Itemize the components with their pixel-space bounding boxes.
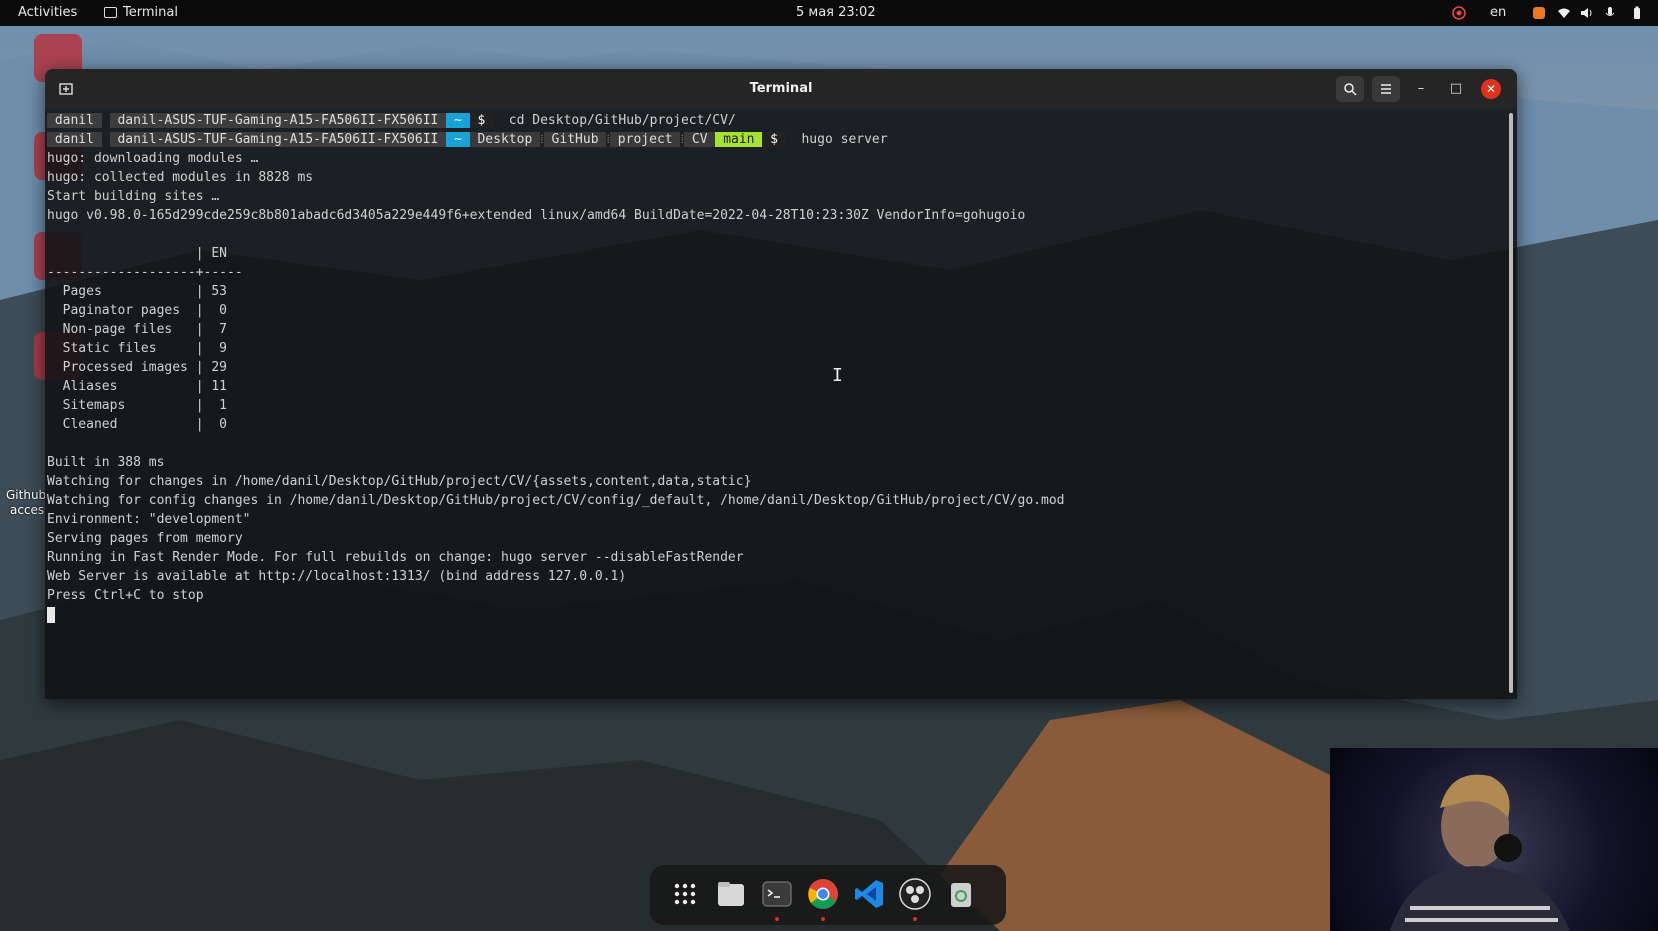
prompt-host: danil-ASUS-TUF-Gaming-A15-FA506II-FX506I… (109, 113, 447, 128)
wifi-icon[interactable] (1557, 6, 1571, 20)
running-indicator (913, 917, 917, 921)
output-line: hugo v0.98.0-165d299cde259c8b801abadc6d3… (47, 208, 1026, 223)
microphone-icon[interactable] (1603, 6, 1617, 20)
output-line: -------------------+----- (47, 265, 243, 280)
app-menu[interactable]: Terminal (104, 5, 178, 20)
terminal-output[interactable]: danil danil-ASUS-TUF-Gaming-A15-FA506II-… (47, 111, 1507, 691)
prompt-dollar: $ (469, 113, 494, 128)
output-line: Press Ctrl+C to stop (47, 588, 204, 603)
battery-icon[interactable] (1630, 6, 1644, 20)
obs-icon[interactable] (898, 877, 932, 911)
output-line: Watching for config changes in /home/dan… (47, 493, 1065, 508)
desktop-label[interactable]: Github (6, 488, 46, 502)
terminal-small-icon (104, 7, 117, 18)
output-line: Aliases | 11 (47, 379, 228, 394)
output-line: Built in 388 ms (47, 455, 165, 470)
terminal-window[interactable]: Terminal – □ ✕ danil danil-ASUS-TUF-Gami… (45, 69, 1517, 699)
clock[interactable]: 5 мая 23:02 (796, 5, 876, 20)
output-line: hugo: downloading modules … (47, 151, 259, 166)
app-grid-icon[interactable] (668, 877, 702, 911)
keyboard-layout[interactable]: en (1490, 5, 1506, 20)
output-line: Start building sites … (47, 189, 220, 204)
cursor-line (47, 605, 1507, 624)
notification-icon[interactable] (1532, 6, 1546, 20)
dock (650, 865, 1006, 925)
output-line: Serving pages from memory (47, 531, 243, 546)
search-icon[interactable] (1336, 76, 1364, 102)
close-icon[interactable]: ✕ (1481, 79, 1501, 99)
prompt-home: ~ (446, 113, 470, 128)
running-indicator (821, 917, 825, 921)
output-line: Environment: "development" (47, 512, 251, 527)
top-bar: Activities Terminal 5 мая 23:02 en (0, 0, 1658, 26)
running-indicator (775, 917, 779, 921)
output-line: Cleaned | 0 (47, 417, 228, 432)
prompt-path-segment: project (609, 132, 681, 147)
output-line: Web Server is available at http://localh… (47, 569, 627, 584)
volume-icon[interactable] (1580, 6, 1594, 20)
output-line: hugo: collected modules in 8828 ms (47, 170, 314, 185)
minimize-icon[interactable]: – (1411, 79, 1431, 99)
prompt-command: cd Desktop/GitHub/project/CV/ (493, 113, 736, 128)
command-output: hugo: downloading modules … hugo: collect… (47, 149, 1507, 605)
window-title: Terminal (749, 81, 813, 96)
prompt-path-segment: Desktop (469, 132, 541, 147)
output-line: Paginator pages | 0 (47, 303, 228, 318)
output-line: Watching for changes in /home/danil/Desk… (47, 474, 752, 489)
prompt-line: danil danil-ASUS-TUF-Gaming-A15-FA506II-… (47, 111, 1507, 130)
activities-button[interactable]: Activities (18, 5, 77, 20)
prompt-command: hugo server (785, 132, 888, 147)
output-line: Running in Fast Render Mode. For full re… (47, 550, 744, 565)
output-line: Pages | 53 (47, 284, 228, 299)
prompt-host: danil-ASUS-TUF-Gaming-A15-FA506II-FX506I… (109, 132, 447, 147)
app-menu-label: Terminal (123, 5, 178, 20)
prompt-path-segment: CV (684, 132, 716, 147)
output-line: Static files | 9 (47, 341, 228, 356)
chrome-icon[interactable] (806, 877, 840, 911)
mouse-ibeam-cursor: I (832, 365, 843, 386)
prompt-user: danil (47, 113, 102, 128)
output-line: Sitemaps | 1 (47, 398, 228, 413)
prompt-separator (102, 113, 110, 128)
prompt-path-segment: GitHub (543, 132, 607, 147)
trash-icon[interactable] (944, 877, 978, 911)
output-line: Non-page files | 7 (47, 322, 228, 337)
terminal-icon[interactable] (760, 877, 794, 911)
prompt-dollar: $ (762, 132, 786, 147)
output-line: | EN (47, 246, 228, 261)
scrollbar[interactable] (1509, 113, 1513, 693)
prompt-user: danil (47, 132, 102, 147)
recording-icon[interactable] (1452, 6, 1466, 20)
output-line: Processed images | 29 (47, 360, 228, 375)
prompt-line: danil danil-ASUS-TUF-Gaming-A15-FA506II-… (47, 130, 1507, 149)
hamburger-menu-icon[interactable] (1372, 76, 1400, 102)
maximize-icon[interactable]: □ (1446, 79, 1466, 99)
text-cursor (47, 606, 55, 623)
prompt-separator (102, 132, 110, 147)
title-bar[interactable]: Terminal – □ ✕ (45, 69, 1517, 109)
webcam-overlay (1330, 748, 1658, 931)
webcam-person-image (1390, 774, 1570, 931)
desktop-label[interactable]: acces (10, 503, 44, 517)
prompt-home: ~ (446, 132, 470, 147)
vscode-icon[interactable] (852, 877, 886, 911)
files-icon[interactable] (714, 877, 748, 911)
prompt-git-branch: main (715, 132, 763, 147)
